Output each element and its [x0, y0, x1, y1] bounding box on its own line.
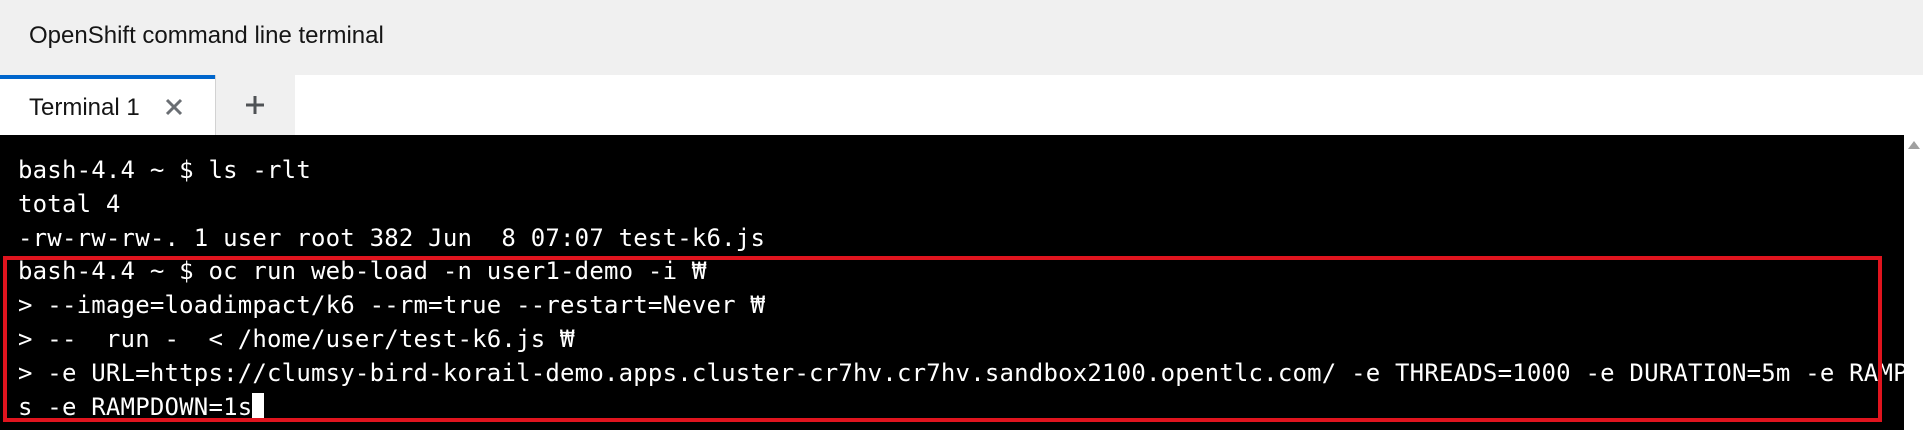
terminal-line: > -e URL=https://clumsy-bird-korail-demo…	[18, 359, 1904, 387]
terminal-line: total 4	[18, 190, 121, 218]
terminal-cursor	[252, 393, 265, 419]
terminal-output[interactable]: bash-4.4 ~ $ ls -rlt total 4 -rw-rw-rw-.…	[0, 135, 1904, 430]
close-icon[interactable]	[160, 93, 188, 121]
terminal-line: > --image=loadimpact/k6 --rm=true --rest…	[18, 291, 766, 319]
tab-bar-background	[295, 75, 1923, 135]
page-title: OpenShift command line terminal	[29, 22, 384, 49]
terminal-line: -rw-rw-rw-. 1 user root 382 Jun 8 07:07 …	[18, 224, 766, 252]
terminal-line-text: s -e RAMPDOWN=1s	[18, 393, 253, 421]
app-header: OpenShift command line terminal	[0, 0, 1923, 75]
terminal-line: > -- run - < /home/user/test-k6.js ₩	[18, 325, 575, 353]
terminal-scrollbar[interactable]	[1904, 135, 1923, 430]
scroll-up-icon[interactable]	[1908, 141, 1920, 149]
add-tab-button[interactable]	[216, 75, 295, 135]
terminal-input-line[interactable]: s -e RAMPDOWN=1s	[18, 390, 265, 424]
tab-bar: Terminal 1	[0, 75, 1923, 135]
tab-label: Terminal 1	[29, 94, 140, 121]
plus-icon	[246, 96, 264, 114]
terminal-line: bash-4.4 ~ $ ls -rlt	[18, 156, 311, 184]
tab-terminal-1[interactable]: Terminal 1	[0, 75, 215, 135]
terminal-line: bash-4.4 ~ $ oc run web-load -n user1-de…	[18, 257, 707, 285]
